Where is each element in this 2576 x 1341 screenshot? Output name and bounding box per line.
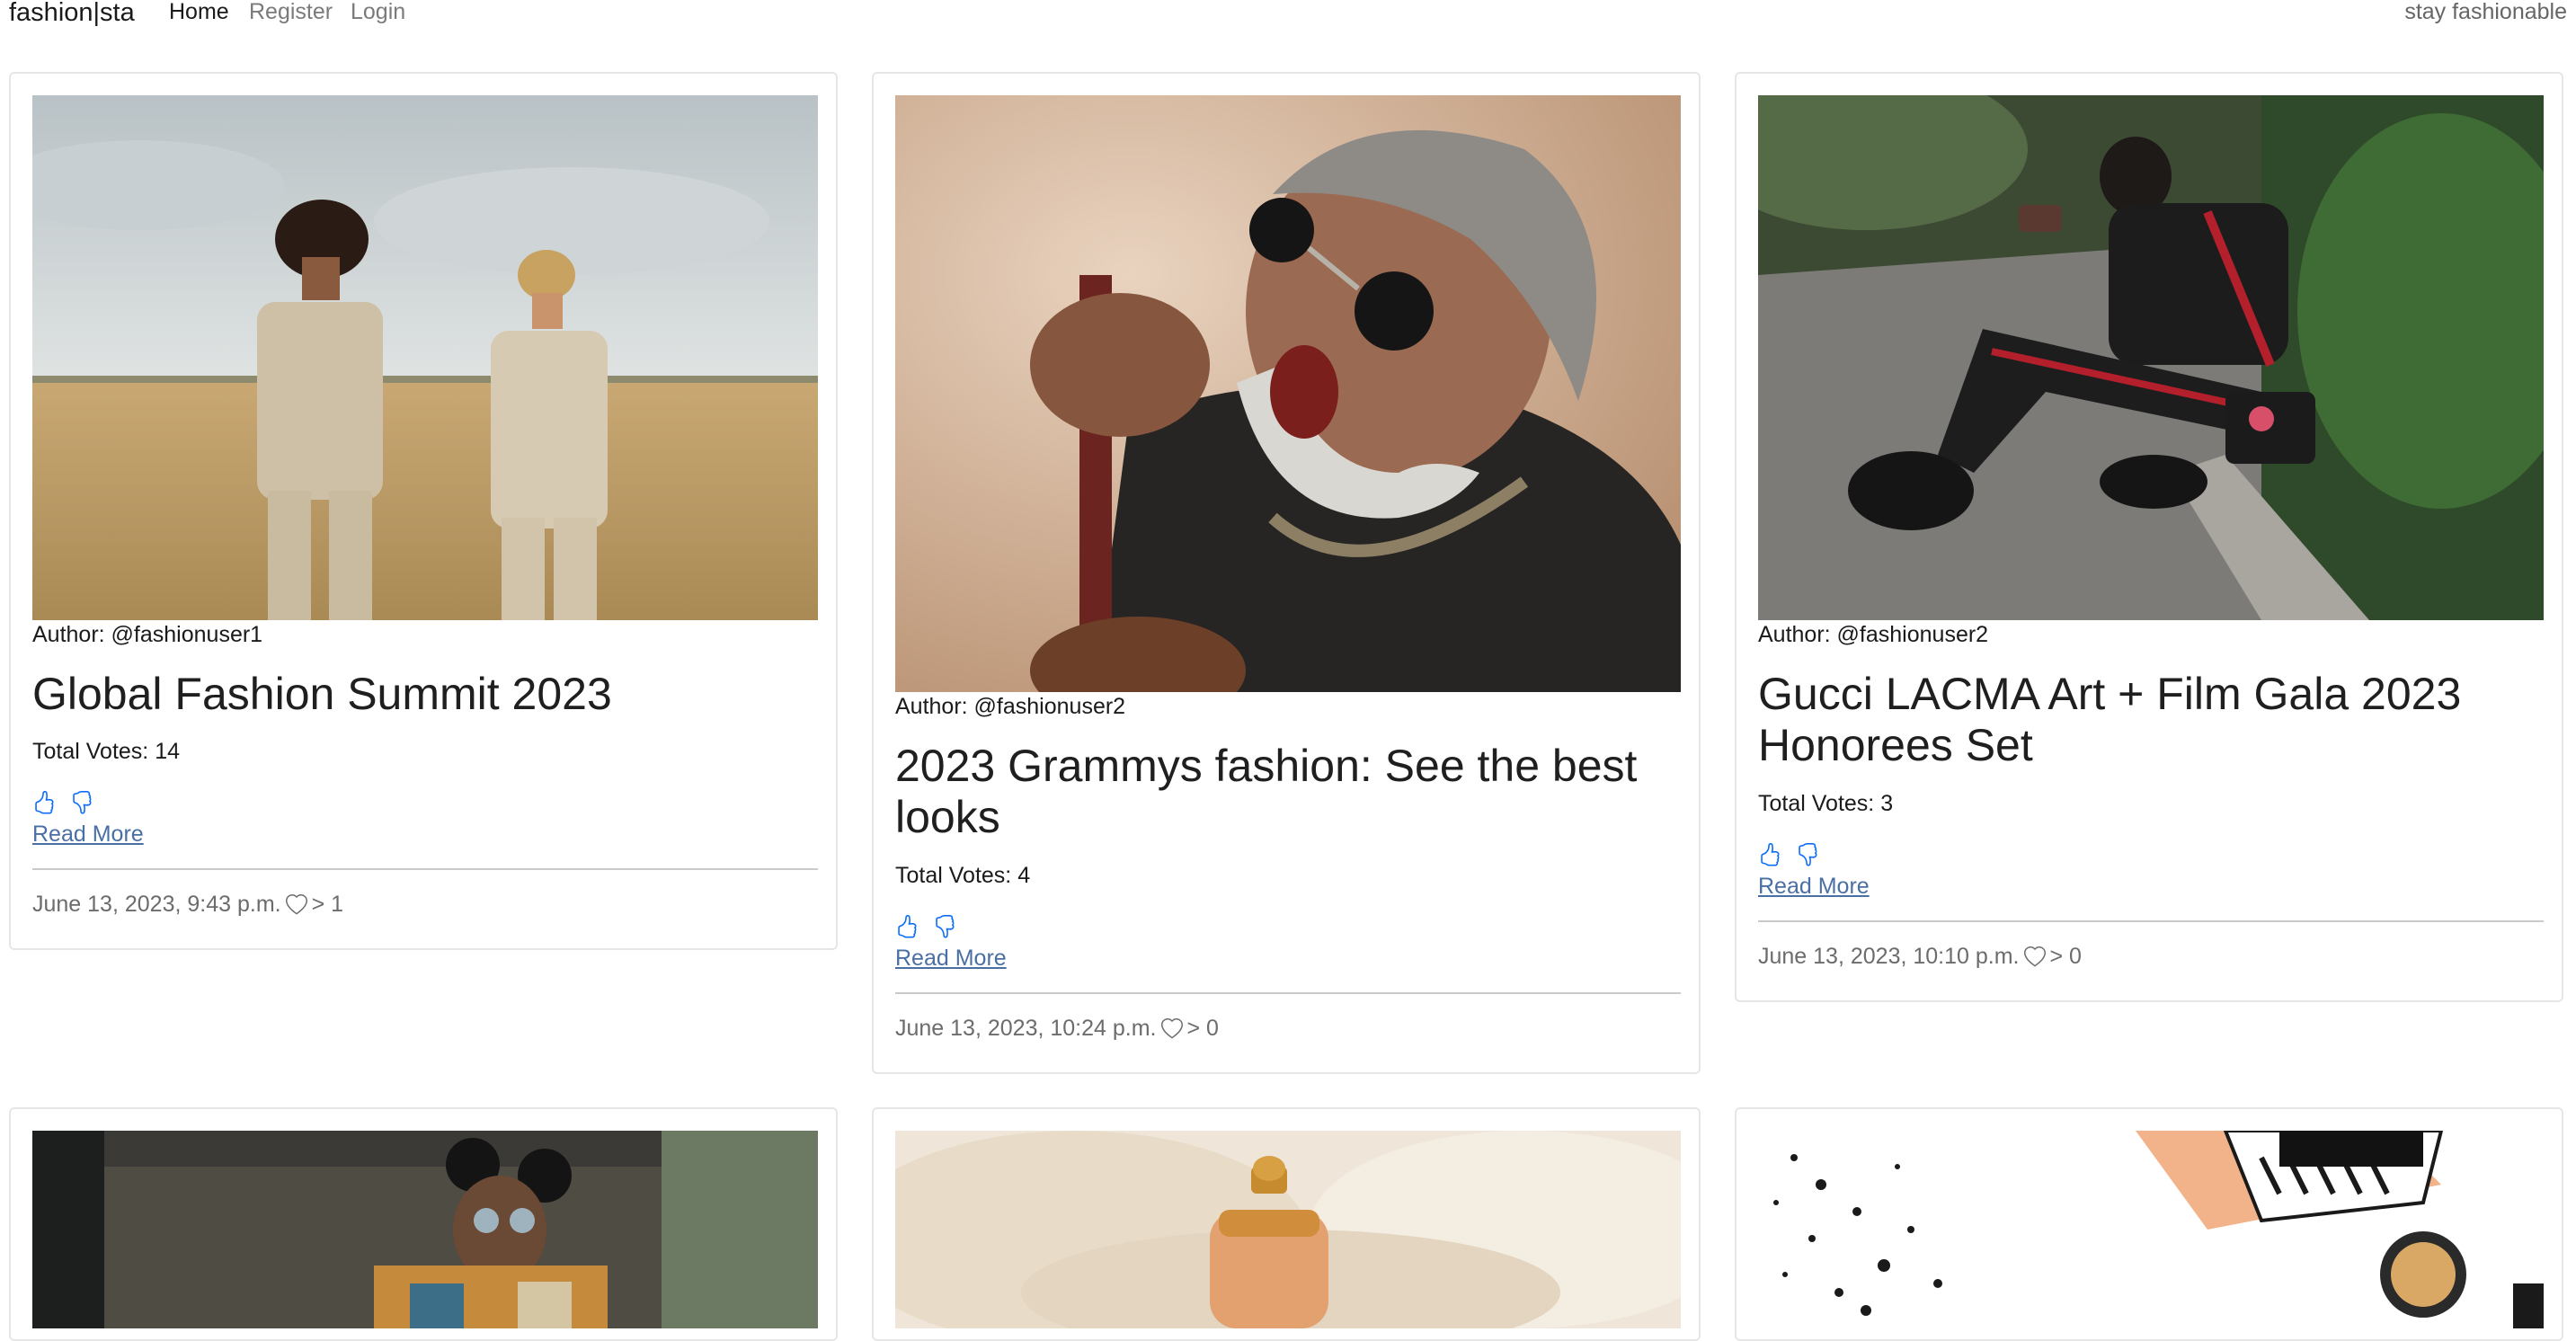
post-image[interactable] [1758, 95, 2544, 620]
thumbs-up-icon[interactable] [895, 915, 919, 938]
like-count: > 1 [311, 892, 344, 917]
thumbs-down-icon[interactable] [933, 915, 956, 938]
post-meta: June 13, 2023, 10:24 p.m. > 0 [895, 1016, 1219, 1042]
post-author: Author: @fashionuser2 [895, 694, 1126, 719]
post-date: June 13, 2023, 10:24 p.m. [895, 1016, 1157, 1041]
post-card: Author: @fashionuser2 Gucci LACMA Art + … [1735, 72, 2563, 1002]
read-more-link[interactable]: Read More [1758, 874, 1870, 900]
heart-icon[interactable] [1160, 1018, 1184, 1040]
post-card [872, 1107, 1701, 1341]
vote-buttons [895, 914, 956, 939]
divider [895, 992, 1681, 994]
thumbs-up-icon[interactable] [32, 791, 56, 814]
read-more-link[interactable]: Read More [32, 821, 144, 848]
heart-icon[interactable] [2023, 946, 2047, 968]
like-count: > 0 [2049, 944, 2082, 969]
post-image[interactable] [32, 95, 818, 620]
post-image[interactable] [895, 95, 1681, 692]
post-card: Author: @fashionuser1 Global Fashion Sum… [9, 72, 838, 950]
post-image[interactable] [1758, 1131, 2544, 1328]
vote-buttons [1758, 842, 1819, 867]
total-votes: Total Votes: 4 [895, 863, 1031, 888]
divider [1758, 920, 2544, 922]
thumbs-down-icon[interactable] [1796, 843, 1819, 866]
read-more-link[interactable]: Read More [895, 946, 1007, 972]
like-count: > 0 [1186, 1016, 1219, 1041]
nav-register[interactable]: Register [249, 0, 333, 25]
nav-login[interactable]: Login [351, 0, 405, 25]
total-votes: Total Votes: 14 [32, 739, 181, 764]
post-title: Global Fashion Summit 2023 [32, 669, 612, 719]
post-title: Gucci LACMA Art + Film Gala 2023 Honoree… [1758, 669, 2462, 770]
post-meta: June 13, 2023, 9:43 p.m. > 1 [32, 892, 343, 918]
divider [32, 868, 818, 870]
thumbs-up-icon[interactable] [1758, 843, 1781, 866]
post-title: 2023 Grammys fashion: See the best looks [895, 741, 1638, 842]
thumbs-down-icon[interactable] [70, 791, 93, 814]
post-image[interactable] [32, 1131, 818, 1328]
total-votes: Total Votes: 3 [1758, 791, 1894, 816]
vote-buttons [32, 790, 93, 815]
nav-home[interactable]: Home [169, 0, 229, 25]
post-author: Author: @fashionuser2 [1758, 622, 1989, 647]
post-card [1735, 1107, 2563, 1341]
tagline: stay fashionable [2404, 0, 2567, 24]
post-date: June 13, 2023, 10:10 p.m. [1758, 944, 2020, 969]
post-card [9, 1107, 838, 1341]
post-image[interactable] [895, 1131, 1681, 1328]
post-date: June 13, 2023, 9:43 p.m. [32, 892, 281, 917]
post-card: Author: @fashionuser2 2023 Grammys fashi… [872, 72, 1701, 1074]
heart-icon[interactable] [285, 894, 308, 916]
brand-logo[interactable]: fashion|sta [9, 0, 135, 28]
post-author: Author: @fashionuser1 [32, 622, 263, 647]
post-meta: June 13, 2023, 10:10 p.m. > 0 [1758, 944, 2082, 970]
navbar: fashion|sta Home Register Login stay fas… [0, 0, 2576, 32]
